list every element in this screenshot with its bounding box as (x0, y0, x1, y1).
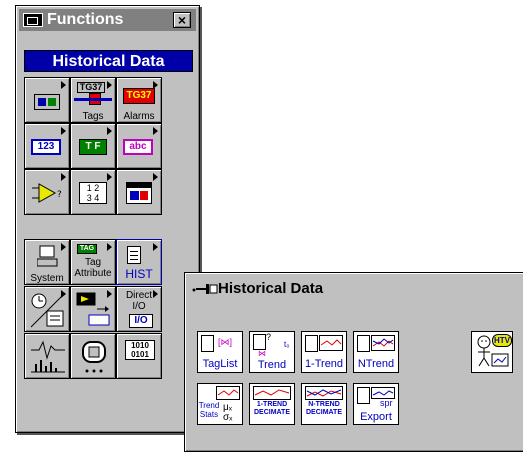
palette-window-icon (23, 13, 43, 27)
multi-trend-graph-icon (371, 335, 395, 351)
submenu-arrow-icon (61, 243, 66, 251)
subpalette-numeric[interactable]: 123 (24, 123, 70, 169)
trend-stats-label: Trend Stats (198, 401, 220, 419)
subpalette-time-dialog[interactable] (24, 286, 70, 332)
trend-label: Trend (257, 359, 287, 371)
comparison-icon: ? (32, 183, 62, 203)
tg37-label: TG37 (77, 82, 105, 93)
historical-data-titlebar[interactable]: Historical Data (188, 276, 523, 300)
subpalette-analysis[interactable] (24, 333, 70, 379)
subpalette-file-io[interactable] (70, 286, 116, 332)
one-trend-vi[interactable]: 1-Trend (301, 331, 347, 373)
functions-title: Functions (47, 11, 124, 28)
trend-graph-icon (319, 335, 343, 351)
subpalette-front-panel[interactable] (24, 77, 70, 123)
historical-data-title: Historical Data (218, 280, 324, 297)
htv-vi[interactable]: HTV (471, 331, 513, 373)
numeric-icon: 123 (31, 139, 61, 155)
decimate-graph-icon (253, 386, 291, 400)
historical-data-palette: Historical Data [⋈] TagList ? t₀ ⋈ Trend… (184, 272, 523, 452)
pushpin-icon[interactable] (192, 282, 218, 296)
select-vi-icon (82, 341, 106, 373)
cluster-digits-bottom: 3 4 (86, 193, 100, 203)
one-trend-decimate-vi[interactable]: 1-TREND DECIMATE (249, 383, 295, 425)
multi-decimate-graph-icon (305, 386, 343, 400)
computer-icon (37, 245, 58, 267)
functions-titlebar[interactable]: Functions × (19, 9, 196, 31)
submenu-arrow-icon (107, 127, 112, 135)
submenu-arrow-icon (153, 243, 158, 251)
submenu-arrow-icon (61, 127, 66, 135)
taglist-vi[interactable]: [⋈] TagList (197, 331, 243, 373)
submenu-arrow-icon (107, 81, 112, 89)
trend-vi[interactable]: ? t₀ ⋈ Trend (249, 331, 295, 373)
n-trend-decimate-label: N-TREND DECIMATE (305, 401, 343, 416)
boolean-icon: T F (79, 139, 107, 155)
n-trend-vi[interactable]: NTrend (353, 331, 399, 373)
subpalette-cluster[interactable]: 1 2 3 4 (70, 169, 116, 215)
waveform-icon (31, 340, 65, 373)
system-label: System (30, 273, 64, 284)
tags-label: Tags (82, 111, 104, 122)
stats-graph-icon (216, 386, 240, 400)
submenu-arrow-icon (61, 173, 66, 181)
window-icon (126, 182, 152, 204)
direct-io-label: Direct I/O (125, 290, 153, 312)
io-badge: I/O (129, 314, 153, 328)
subpalette-binary[interactable]: 1010 0101 (116, 333, 162, 379)
hist-label: HIST (125, 267, 153, 281)
panel-icon (34, 94, 60, 110)
submenu-arrow-icon (107, 243, 112, 251)
file-io-icon (76, 292, 110, 326)
one-trend-label: 1-Trend (304, 358, 344, 370)
subpalette-hist[interactable]: HIST (116, 239, 162, 285)
subpalette-alarms[interactable]: TG37 Alarms (116, 77, 162, 123)
palette-subtitle: Historical Data (24, 50, 193, 72)
tag-badge: TAG (77, 244, 97, 254)
n-trend-label: NTrend (357, 358, 395, 370)
svg-text:?: ? (57, 190, 62, 200)
spreadsheet-export-vi[interactable]: spr Export (353, 383, 399, 425)
document-icon (127, 246, 141, 264)
subpalette-boolean[interactable]: T F (70, 123, 116, 169)
alarms-label: Alarms (123, 111, 155, 122)
subpalette-dialog[interactable] (116, 169, 162, 215)
submenu-arrow-icon (61, 81, 66, 89)
time-dialog-icon (30, 292, 66, 328)
submenu-arrow-icon (107, 173, 112, 181)
submenu-arrow-icon (153, 127, 158, 135)
submenu-arrow-icon (153, 173, 158, 181)
subpalette-system[interactable]: System (24, 239, 70, 285)
binary-icon: 1010 0101 (125, 340, 155, 360)
functions-palette-window: Functions × Historical Data TG37 Tags TG… (15, 5, 200, 433)
cluster-icon: 1 2 3 4 (79, 182, 107, 204)
trend-stats-vi[interactable]: Trend Stats μₓ σₓ (197, 383, 243, 425)
htv-badge: HTV (492, 334, 512, 347)
taglist-label: TagList (202, 358, 238, 370)
one-trend-decimate-label: 1-TREND DECIMATE (253, 401, 291, 416)
tag-attribute-label: Tag Attribute (74, 257, 112, 279)
subpalette-comparison[interactable]: ? (24, 169, 70, 215)
subpalette-direct-io[interactable]: Direct I/O I/O (116, 286, 162, 332)
string-icon: abc (123, 139, 153, 155)
spr-label: spr (380, 398, 393, 408)
subpalette-tag-attribute[interactable]: TAG Tag Attribute (70, 239, 116, 285)
export-label: Export (360, 411, 392, 423)
subpalette-tags[interactable]: TG37 Tags (70, 77, 116, 123)
cluster-digits-top: 1 2 (86, 183, 100, 193)
alarm-icon: TG37 (123, 88, 155, 104)
subpalette-select-vi[interactable] (70, 333, 116, 379)
subpalette-string[interactable]: abc (116, 123, 162, 169)
close-button[interactable]: × (173, 12, 191, 28)
n-trend-decimate-vi[interactable]: N-TREND DECIMATE (301, 383, 347, 425)
